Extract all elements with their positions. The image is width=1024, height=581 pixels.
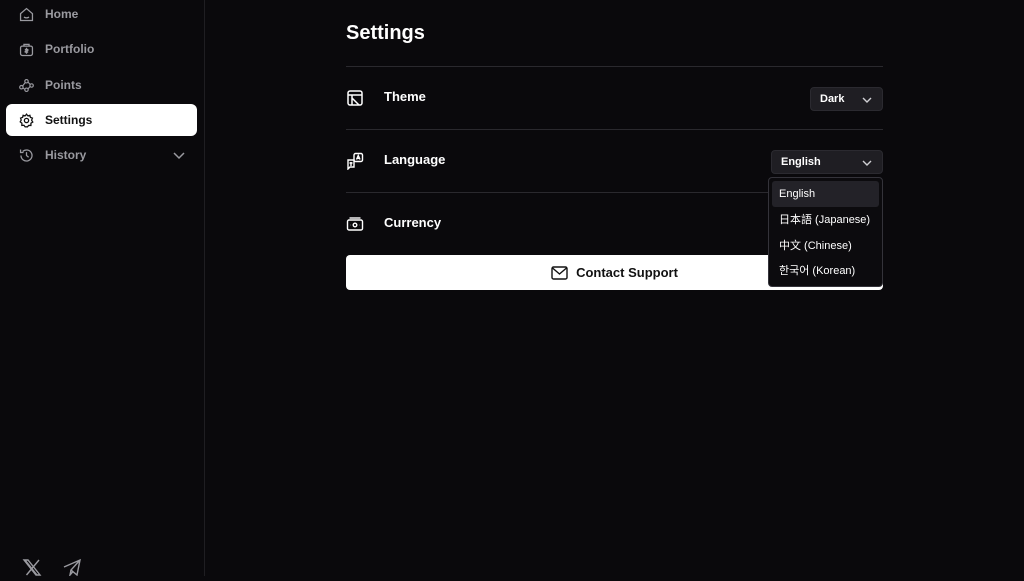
theme-select[interactable]: Dark (810, 87, 883, 111)
social-links (22, 558, 82, 578)
language-option-japanese[interactable]: 日本語 (Japanese) (772, 207, 879, 233)
x-icon[interactable] (22, 558, 42, 576)
sidebar-item-label: Portfolio (45, 42, 95, 56)
telegram-icon[interactable] (62, 558, 82, 578)
sidebar-item-label: History (45, 148, 87, 162)
theme-icon (346, 89, 364, 107)
chevron-down-icon (861, 157, 873, 169)
sidebar: Home Portfolio Points Settings History (0, 0, 205, 578)
language-option-chinese[interactable]: 中文 (Chinese) (772, 232, 879, 258)
sidebar-item-history[interactable]: History (6, 139, 197, 171)
select-value: English (781, 156, 821, 168)
sidebar-item-home[interactable]: Home (6, 0, 197, 30)
chevron-down-icon[interactable] (171, 147, 187, 163)
history-icon (17, 146, 35, 164)
gear-icon (17, 111, 35, 129)
sidebar-item-settings[interactable]: Settings (6, 104, 197, 136)
sidebar-item-portfolio[interactable]: Portfolio (6, 33, 197, 65)
row-label: Language (384, 152, 446, 167)
language-icon (346, 152, 364, 171)
mail-icon (551, 265, 568, 280)
language-option-korean[interactable]: 한국어 (Korean) (772, 258, 879, 284)
portfolio-icon (17, 40, 35, 58)
page-title: Settings (346, 22, 425, 44)
select-value: Dark (820, 93, 845, 105)
points-icon (17, 76, 35, 94)
language-select[interactable]: English (771, 150, 883, 174)
currency-icon (346, 215, 364, 233)
sidebar-item-label: Settings (45, 113, 93, 127)
chevron-down-icon (861, 94, 873, 106)
sidebar-item-points[interactable]: Points (6, 69, 197, 101)
home-icon (17, 5, 35, 23)
language-dropdown-menu: English 日本語 (Japanese) 中文 (Chinese) 한국어 … (768, 177, 883, 287)
row-label: Currency (384, 215, 442, 230)
sidebar-item-label: Points (45, 78, 82, 92)
row-label: Theme (384, 89, 426, 104)
language-option-english[interactable]: English (772, 181, 879, 207)
contact-support-label: Contact Support (576, 265, 678, 280)
sidebar-item-label: Home (45, 7, 79, 21)
settings-row-theme: Theme Dark (346, 66, 883, 129)
